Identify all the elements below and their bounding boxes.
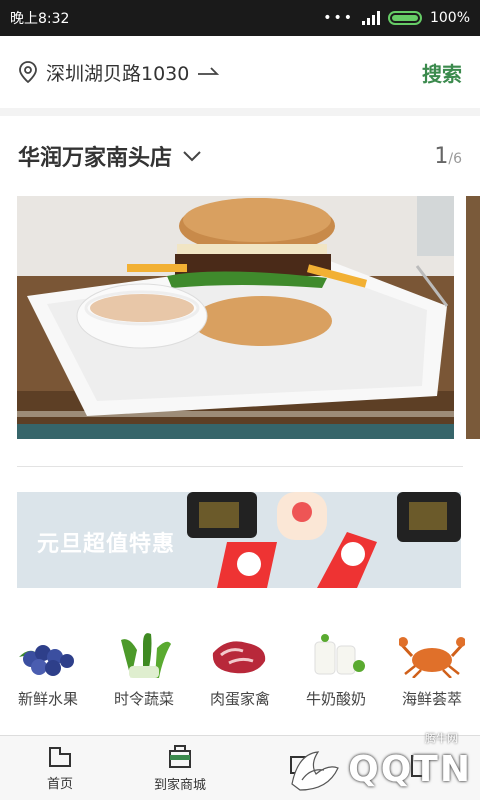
more-dots-icon: ••• [323, 10, 354, 26]
category-label: 时令蔬菜 [113, 690, 174, 708]
section-divider [17, 466, 463, 467]
category-item-milk[interactable]: 牛奶酸奶 [291, 628, 381, 709]
watermark-text: QQTN [348, 748, 472, 790]
category-list: 新鲜水果 时令蔬菜 肉蛋家禽 牛奶酸奶 海鲜荟萃 [0, 628, 480, 709]
category-item-fruit[interactable]: 新鲜水果 [3, 628, 93, 709]
category-label: 肉蛋家禽 [209, 690, 270, 708]
home-icon [49, 747, 71, 767]
store-name: 华润万家南头店 [18, 146, 173, 171]
search-button[interactable]: 搜索 [422, 58, 462, 87]
status-icons: ••• 100% [323, 10, 470, 26]
location-pin-icon [19, 61, 37, 83]
category-item-meat[interactable]: 肉蛋家禽 [195, 628, 285, 709]
main-content: 华润万家南头店 1/6 元旦超值特惠 新鲜水果 时令蔬菜 肉蛋家禽 牛奶酸奶 海… [0, 116, 480, 741]
chevron-down-icon [183, 151, 201, 162]
status-time: 晚上8:32 [10, 11, 70, 27]
tab-label: 到家商城 [153, 778, 206, 793]
location-header: 深圳湖贝路1030 搜索 [0, 36, 480, 108]
category-label: 海鲜荟萃 [401, 690, 462, 708]
category-item-vegetable[interactable]: 时令蔬菜 [99, 628, 189, 709]
blueberry-icon [13, 628, 83, 682]
battery-icon [387, 11, 422, 25]
pager-total: /6 [448, 150, 462, 167]
address-text: 深圳湖贝路1030 [46, 62, 190, 85]
tab-home[interactable]: 首页 [0, 736, 120, 800]
promo-banner[interactable]: 元旦超值特惠 [17, 492, 461, 588]
pager-current: 1 [434, 143, 449, 169]
promo-text: 元旦超值特惠 [37, 532, 176, 557]
food-banner-image[interactable] [17, 196, 454, 439]
banner-pager: 1/6 [434, 144, 462, 169]
meat-icon [205, 628, 275, 682]
watermark: QQTN 腾牛网 [288, 732, 472, 794]
store-selector[interactable]: 华润万家南头店 [18, 140, 202, 172]
store-row: 华润万家南头店 1/6 [0, 116, 480, 196]
battery-percent: 100% [429, 10, 470, 26]
store-icon [169, 745, 191, 768]
watermark-logo-icon [291, 751, 339, 791]
crab-icon [397, 628, 467, 682]
tab-delivery-mall[interactable]: 到家商城 [120, 736, 240, 800]
tab-label: 首页 [46, 777, 73, 792]
category-item-seafood[interactable]: 海鲜荟萃 [387, 628, 477, 709]
milk-icon [301, 628, 371, 682]
watermark-subtext: 腾牛网 [425, 732, 458, 745]
vegetable-icon [109, 628, 179, 682]
arrow-right-icon [198, 67, 220, 75]
burger-illustration [17, 196, 454, 439]
location-selector[interactable]: 深圳湖贝路1030 [18, 59, 220, 86]
status-bar: 晚上8:32 ••• 100% [0, 0, 480, 36]
category-label: 新鲜水果 [17, 690, 78, 708]
category-label: 牛奶酸奶 [305, 690, 366, 708]
signal-icon [361, 11, 380, 25]
next-banner-peek [466, 196, 480, 439]
